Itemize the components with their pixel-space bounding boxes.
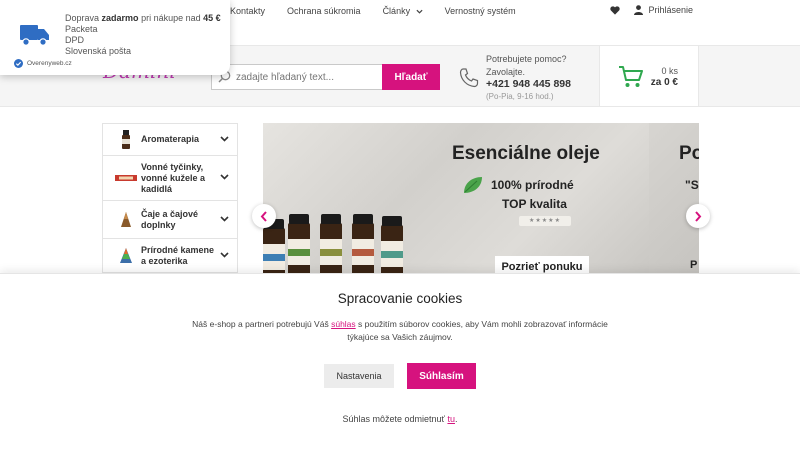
cart-total-prefix: za: [650, 77, 662, 88]
cookie-reject-end: .: [454, 414, 458, 424]
free-shipping-amount: 45 €: [203, 13, 221, 23]
opening-hours: (Po-Pia, 9-16 hod.): [486, 91, 554, 101]
chevron-left-icon: [260, 210, 267, 222]
banner-slide-essential-oils[interactable]: Esenciálne oleje 100% prírodné TOP kvali…: [263, 123, 649, 273]
cookie-consent-panel: Spracovanie cookies Náš e-shop a partner…: [0, 273, 800, 450]
cookie-accept-button[interactable]: Súhlasím: [407, 363, 476, 389]
free-shipping-line: Doprava zadarmo pri nákupe nad 45 €: [65, 13, 221, 24]
nav-ochrana-sukromia[interactable]: Ochrana súkromia: [287, 6, 361, 16]
leaf-icon: [464, 177, 482, 193]
nav-kontakty[interactable]: Kontakty: [230, 6, 265, 16]
carrier-packeta: Packeta: [65, 24, 98, 34]
verified-label: Overenyweb.cz: [27, 60, 72, 67]
slider-prev-button[interactable]: [252, 204, 276, 228]
check-badge-icon: [14, 59, 23, 68]
nav-clanky-label: Články: [382, 6, 411, 16]
banner-slider[interactable]: Esenciálne oleje 100% prírodné TOP kvali…: [263, 123, 699, 273]
next-slide-subtitle: "S: [685, 178, 699, 192]
banner-subtitle-natural: 100% prírodné: [491, 178, 574, 192]
help-line1: Potrebujete pomoc?: [486, 54, 567, 64]
cart-count: 0 ks: [661, 66, 678, 76]
verified-badge[interactable]: Overenyweb.cz: [14, 59, 72, 68]
phone-number[interactable]: +421 948 445 898: [486, 78, 571, 91]
cookie-text: Náš e-shop a partneri potrebujú Váš súhl…: [180, 318, 620, 343]
cookie-text-part1: Náš e-shop a partneri potrebujú Váš: [192, 319, 329, 329]
top-right-actions: Prihlásenie: [610, 5, 693, 15]
user-icon: [634, 5, 644, 15]
slider-next-button[interactable]: [686, 204, 710, 228]
heart-icon[interactable]: [610, 5, 621, 15]
next-slide-title: Po: [679, 143, 699, 164]
consent-link[interactable]: súhlas: [331, 319, 356, 329]
cookie-title: Spracovanie cookies: [337, 291, 463, 306]
cart-total: za 0 €: [651, 77, 678, 88]
cookie-reject-line: Súhlas môžete odmietnuť tu.: [0, 414, 800, 424]
incense-cone-icon: [115, 209, 137, 231]
cookie-text-part2: s použitím súborov cookies, aby Vám mohl…: [347, 319, 608, 342]
category-aromaterapia[interactable]: Aromaterapia: [103, 124, 237, 156]
category-label: Aromaterapia: [141, 134, 200, 144]
cart-icon: [619, 66, 643, 87]
banner-subtitle-quality: TOP kvalita: [502, 197, 567, 211]
login-label: Prihlásenie: [648, 5, 693, 15]
oil-bottle-image: [352, 214, 374, 273]
category-vonne-tycinky[interactable]: Vonné tyčinky, vonné kužele a kadidlá: [103, 156, 237, 201]
shipping-info-popup: Doprava zadarmo pri nákupe nad 45 € Pack…: [0, 0, 230, 75]
help-line2: Zavolajte.: [486, 66, 526, 77]
banner-title: Esenciálne oleje: [452, 143, 600, 164]
category-label: Prírodné kamene a ezoterika: [141, 244, 215, 266]
category-label: Vonné tyčinky, vonné kužele a kadidlá: [141, 161, 206, 194]
phone-icon: [459, 68, 479, 88]
category-sidebar: Aromaterapia Vonné tyčinky, vonné kužele…: [102, 123, 238, 273]
next-slide-cta: P: [690, 259, 698, 271]
stone-icon: [115, 245, 137, 267]
search-button[interactable]: Hľadať: [382, 64, 440, 90]
category-prirodne-kamene[interactable]: Prírodné kamene a ezoterika: [103, 239, 237, 272]
chevron-down-icon: [416, 9, 423, 14]
cart-widget[interactable]: 0 ks za 0 €: [599, 45, 699, 107]
cart-total-value: 0 €: [664, 77, 678, 88]
oil-bottle-image: [381, 216, 403, 273]
chevron-down-icon: [220, 135, 229, 142]
banner-cta-button[interactable]: Pozrieť ponuku: [495, 256, 589, 273]
cookie-reject-text: Súhlas môžete odmietnuť: [342, 414, 445, 424]
cookie-settings-button[interactable]: Nastavenia: [324, 364, 394, 388]
search-input[interactable]: [236, 68, 380, 86]
oil-bottle-icon: [115, 129, 137, 151]
incense-box-icon: [115, 167, 137, 189]
nav-vernostny-system[interactable]: Vernostný systém: [445, 6, 516, 16]
oil-bottle-image: [263, 219, 285, 273]
oil-bottle-image: [320, 214, 342, 273]
chevron-down-icon: [220, 215, 229, 222]
carrier-dpd: DPD: [65, 35, 85, 45]
chevron-right-icon: [695, 210, 702, 222]
rating-stars: ★★★★★: [519, 216, 571, 226]
chevron-down-icon: [220, 251, 229, 258]
category-caje[interactable]: Čaje a čajové doplnky: [103, 201, 237, 239]
top-nav: Kontakty Ochrana súkromia Články Vernost…: [230, 6, 516, 16]
shipping-text: Doprava zadarmo pri nákupe nad 45 € Pack…: [65, 13, 221, 57]
chevron-down-icon: [220, 174, 229, 180]
free-shipping-prefix: Doprava: [65, 13, 100, 23]
free-shipping-mid: pri nákupe nad: [141, 13, 201, 23]
oil-bottle-image: [288, 214, 310, 273]
free-shipping-strong: zadarmo: [101, 13, 139, 23]
carrier-slovenska-posta: Slovenská pošta: [65, 46, 132, 56]
search-box: Hľadať: [211, 64, 440, 90]
cookie-reject-link[interactable]: tu: [447, 414, 455, 424]
help-contact: Potrebujete pomoc? Zavolajte. +421 948 4…: [486, 53, 571, 103]
truck-icon: [20, 25, 49, 46]
category-label: Čaje a čajové doplnky: [141, 208, 199, 230]
login-link[interactable]: Prihlásenie: [634, 5, 693, 15]
nav-clanky[interactable]: Články: [383, 6, 423, 16]
